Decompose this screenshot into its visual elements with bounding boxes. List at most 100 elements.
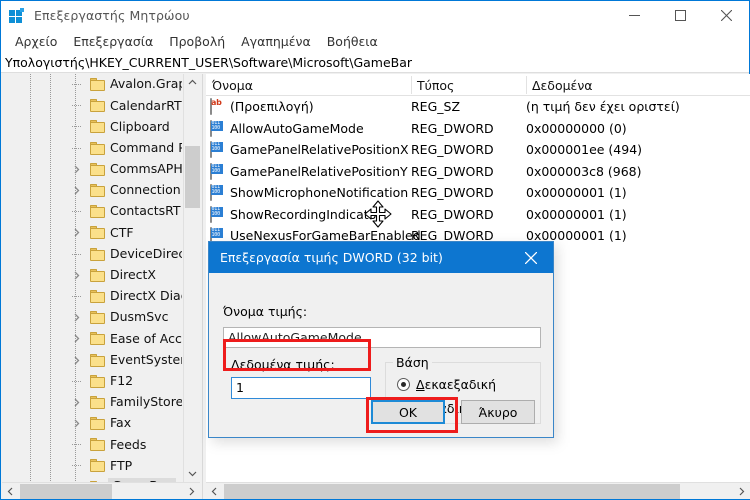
folder-icon bbox=[90, 184, 106, 198]
chevron-right-icon[interactable] bbox=[70, 227, 82, 239]
tree-vertical-scrollbar[interactable] bbox=[183, 74, 200, 482]
scroll-down-icon[interactable] bbox=[184, 465, 200, 482]
tree-item-command-pr[interactable]: Command Pr bbox=[2, 138, 182, 159]
tree-hscroll-thumb[interactable] bbox=[20, 484, 112, 499]
annotation-box-ok-button bbox=[366, 397, 458, 433]
minimize-icon[interactable] bbox=[611, 1, 657, 30]
reg-dword-icon: 011 100 bbox=[210, 184, 225, 202]
chevron-right-icon[interactable] bbox=[70, 163, 82, 175]
folder-icon bbox=[90, 438, 106, 452]
cancel-button[interactable]: Άκυρο bbox=[461, 400, 535, 424]
tree-item-directx[interactable]: DirectX bbox=[2, 265, 182, 286]
tree-item-commsaphc[interactable]: CommsAPHc bbox=[2, 159, 182, 180]
registry-editor-window: Επεξεργαστής Μητρώου Αρχείο Επεξεργασία … bbox=[0, 0, 750, 500]
folder-icon bbox=[90, 78, 106, 92]
value-type: REG_DWORD bbox=[411, 142, 494, 158]
tree-item-f12[interactable]: F12 bbox=[2, 371, 182, 392]
menu-item-view[interactable]: Προβολή bbox=[161, 32, 233, 51]
chevron-right-icon[interactable] bbox=[70, 418, 82, 430]
chevron-right-icon[interactable] bbox=[70, 333, 82, 345]
tree-item-label: EventSystem bbox=[110, 351, 182, 367]
value-type: REG_SZ bbox=[411, 99, 461, 115]
value-row[interactable]: 011 100 GamePanelRelativePositionX REG_DWOR… bbox=[206, 139, 750, 161]
tree-item-devicedirecto[interactable]: DeviceDirecto bbox=[2, 244, 182, 265]
tree-item-label: CalendarRT bbox=[110, 97, 182, 113]
tree-item-label: F12 bbox=[110, 372, 134, 388]
column-header-data[interactable]: Δεδομένα bbox=[526, 74, 593, 96]
value-row[interactable]: 011 100 ShowMicrophoneNotification REG_DWOR… bbox=[206, 182, 750, 204]
scroll-up-icon[interactable] bbox=[184, 74, 200, 91]
dialog-close-icon[interactable] bbox=[509, 242, 553, 273]
chevron-right-icon[interactable] bbox=[70, 396, 82, 408]
scroll-left-icon[interactable] bbox=[206, 483, 223, 500]
folder-icon bbox=[90, 268, 106, 282]
value-data: 0x00000001 (1) bbox=[526, 206, 627, 222]
tree-item-calendarrt[interactable]: CalendarRT bbox=[2, 95, 182, 116]
folder-icon bbox=[90, 226, 106, 240]
dialog-title-bar: Επεξεργασία τιμής DWORD (32 bit) bbox=[209, 242, 553, 273]
menu-item-file[interactable]: Αρχείο bbox=[7, 32, 65, 51]
tree-connector bbox=[72, 253, 82, 255]
tree-item-label: Fax bbox=[110, 415, 132, 431]
value-row[interactable]: 011 100 ShowRecordingIndicator REG_DWORD 0x0… bbox=[206, 204, 750, 226]
chevron-right-icon[interactable] bbox=[70, 269, 82, 281]
tree-horizontal-scrollbar[interactable] bbox=[2, 482, 200, 499]
menu-item-edit[interactable]: Επεξεργασία bbox=[65, 32, 161, 51]
reg-sz-icon bbox=[210, 98, 225, 116]
value-row[interactable]: 011 100 GamePanelRelativePositionY REG_DWOR… bbox=[206, 161, 750, 183]
values-list[interactable]: (Προεπιλογή) REG_SZ (η τιμή δεν έχει οριστ… bbox=[206, 96, 750, 247]
tree-item-fax[interactable]: Fax bbox=[2, 413, 182, 434]
value-name: ShowMicrophoneNotification bbox=[230, 185, 409, 201]
tree-item-directx-diagn[interactable]: DirectX Diagn bbox=[2, 286, 182, 307]
tree-item-contactsrt[interactable]: ContactsRT bbox=[2, 201, 182, 222]
tree-item-feeds[interactable]: Feeds bbox=[2, 434, 182, 455]
value-name: AllowAutoGameMode bbox=[230, 120, 364, 136]
close-icon[interactable] bbox=[703, 1, 749, 30]
window-title: Επεξεργαστής Μητρώου bbox=[34, 8, 190, 23]
menu-item-help[interactable]: Βοήθεια bbox=[319, 32, 386, 51]
tree-item-clipboard[interactable]: Clipboard bbox=[2, 116, 182, 137]
column-header-type[interactable]: Τύπος bbox=[411, 74, 454, 96]
address-bar[interactable]: Υπολογιστής\HKEY_CURRENT_USER\Software\M… bbox=[1, 53, 749, 73]
radio-hexadecimal[interactable]: Δεκαεξαδική bbox=[397, 377, 496, 392]
value-data-field[interactable]: 1 bbox=[231, 377, 371, 399]
registry-tree[interactable]: Avalon.Graph CalendarRT Clipboard Command P… bbox=[2, 74, 182, 482]
tree-item-ctf[interactable]: CTF bbox=[2, 222, 182, 243]
menu-item-favorites[interactable]: Αγαπημένα bbox=[233, 32, 319, 51]
chevron-right-icon[interactable] bbox=[70, 185, 82, 197]
radio-hexadecimal-indicator[interactable] bbox=[397, 378, 410, 391]
tree-scroll-thumb[interactable] bbox=[185, 146, 200, 208]
tree-item-dusmsvc[interactable]: DusmSvc bbox=[2, 307, 182, 328]
values-hscroll-thumb[interactable] bbox=[224, 484, 680, 499]
tree-connector bbox=[72, 380, 82, 382]
value-type: REG_DWORD bbox=[411, 120, 494, 136]
scroll-right-icon[interactable] bbox=[183, 483, 200, 499]
scroll-left-icon[interactable] bbox=[2, 483, 19, 500]
chevron-right-icon[interactable] bbox=[70, 354, 82, 366]
value-row[interactable]: (Προεπιλογή) REG_SZ (η τιμή δεν έχει οριστ… bbox=[206, 96, 750, 118]
maximize-icon[interactable] bbox=[657, 1, 703, 30]
tree-item-ftp[interactable]: FTP bbox=[2, 455, 182, 476]
value-data: (η τιμή δεν έχει οριστεί) bbox=[526, 99, 680, 115]
scroll-right-icon[interactable] bbox=[733, 483, 750, 499]
tree-item-avalon-graph[interactable]: Avalon.Graph bbox=[2, 74, 182, 95]
tree-item-label: Clipboard bbox=[110, 118, 170, 134]
tree-item-familystore[interactable]: FamilyStore bbox=[2, 392, 182, 413]
tree-connector bbox=[72, 211, 82, 213]
chevron-right-icon[interactable] bbox=[70, 312, 82, 324]
tree-connector bbox=[72, 126, 82, 128]
tree-item-connection-m[interactable]: Connection M bbox=[2, 180, 182, 201]
folder-icon bbox=[90, 395, 106, 409]
folder-icon bbox=[90, 99, 106, 113]
tree-connector bbox=[72, 105, 82, 107]
column-header-name[interactable]: Όνομα bbox=[206, 74, 253, 96]
folder-icon bbox=[90, 374, 106, 388]
folder-icon bbox=[90, 332, 106, 346]
tree-item-ease-of-acces[interactable]: Ease of Acces bbox=[2, 328, 182, 349]
value-data: 0x00000000 (0) bbox=[526, 120, 627, 136]
value-row[interactable]: 011 100 AllowAutoGameMode REG_DWORD 0x000000… bbox=[206, 118, 750, 140]
values-column-header: Όνομα Τύπος Δεδομένα bbox=[206, 74, 750, 96]
tree-item-label: FamilyStore bbox=[110, 394, 182, 410]
values-horizontal-scrollbar[interactable] bbox=[206, 482, 750, 499]
tree-item-eventsystem[interactable]: EventSystem bbox=[2, 349, 182, 370]
